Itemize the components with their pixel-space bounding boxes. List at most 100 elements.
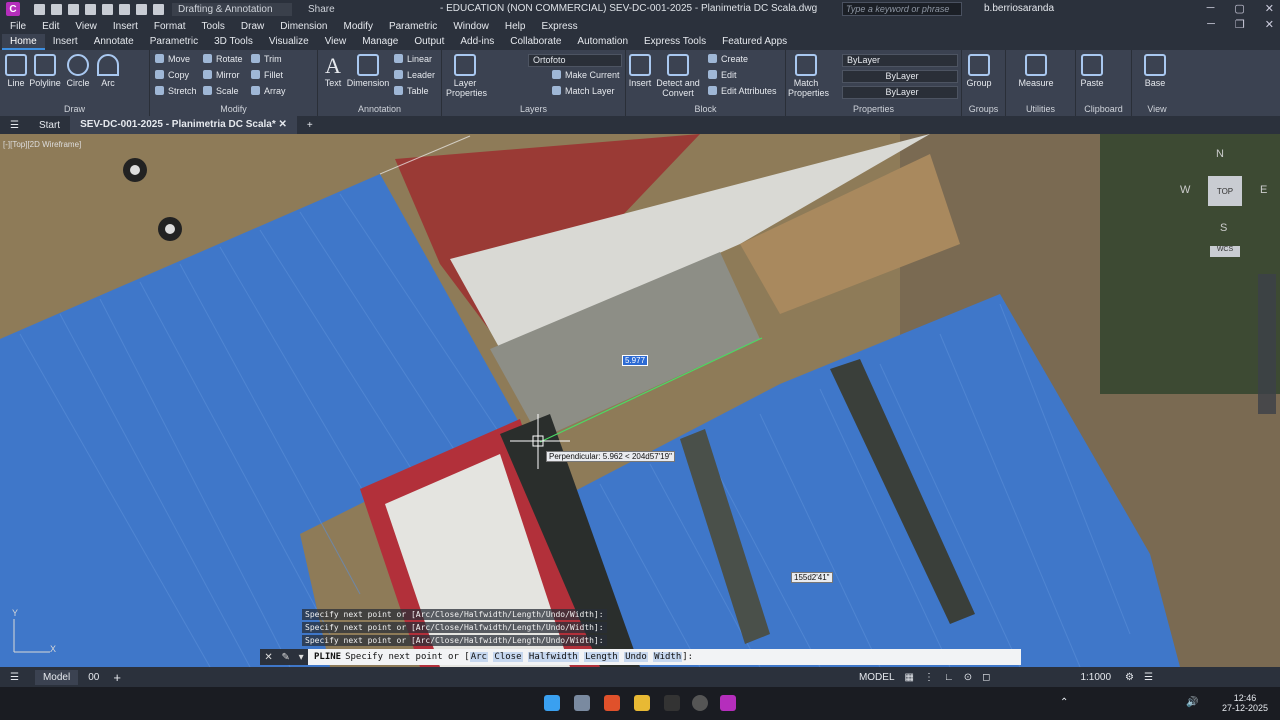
close-tab-icon[interactable]: ✕ (279, 119, 287, 130)
polar-icon[interactable]: ⊙ (964, 672, 972, 683)
clock[interactable]: 12:46 27-12-2025 (1222, 693, 1268, 713)
menu-file[interactable]: File (10, 21, 26, 32)
search-input[interactable]: Type a keyword or phrase (842, 2, 962, 16)
tab-view[interactable]: View (317, 34, 355, 50)
viewcube-south[interactable]: S (1220, 222, 1227, 234)
scale-button[interactable]: Scale (203, 86, 239, 96)
menu-help[interactable]: Help (505, 21, 526, 32)
model-space-toggle[interactable]: MODEL (859, 672, 895, 683)
arc-button[interactable]: Arc (96, 54, 120, 88)
menu-modify[interactable]: Modify (344, 21, 373, 32)
layer-dropdown[interactable]: Ortofoto (528, 54, 622, 67)
menu-edit[interactable]: Edit (42, 21, 59, 32)
create-block-button[interactable]: Create (708, 54, 748, 64)
plot-icon[interactable] (119, 3, 130, 15)
customize-status-icon[interactable]: ☰ (1144, 672, 1153, 683)
open-icon[interactable] (51, 3, 62, 15)
command-line[interactable]: ✕ ✎ ▾ PLINE Specify next point or [ Arc … (260, 649, 1021, 665)
autocad-taskbar-icon[interactable] (720, 695, 736, 711)
snap-icon[interactable]: ⋮ (924, 672, 934, 683)
tab-collaborate[interactable]: Collaborate (502, 34, 569, 50)
close-command-icon[interactable]: ✕ (264, 652, 272, 663)
dimension-button[interactable]: Dimension (346, 54, 390, 88)
insert-button[interactable]: Insert (628, 54, 652, 88)
share-button[interactable]: Share (308, 4, 335, 15)
option-width[interactable]: Width (653, 652, 683, 662)
annotation-scale[interactable]: 1:1000 (1080, 672, 1111, 683)
add-layout-icon[interactable]: + (113, 670, 121, 685)
linetype-dropdown[interactable]: ByLayer (842, 70, 958, 83)
paste-button[interactable]: Paste (1078, 54, 1106, 88)
fillet-button[interactable]: Fillet (251, 70, 283, 80)
viewcube-top-face[interactable]: TOP (1208, 176, 1242, 206)
option-undo[interactable]: Undo (624, 652, 648, 662)
edit-attributes-button[interactable]: Edit Attributes (708, 86, 777, 96)
minimize-icon[interactable]: ─ (1207, 2, 1215, 15)
save-as-icon[interactable] (85, 3, 96, 15)
menu-tools[interactable]: Tools (202, 21, 225, 32)
mirror-button[interactable]: Mirror (203, 70, 240, 80)
calculator-icon[interactable] (574, 695, 590, 711)
viewport-controls[interactable]: [-][Top][2D Wireframe] (3, 140, 81, 149)
tab-parametric[interactable]: Parametric (142, 34, 206, 50)
group-button[interactable]: Group (964, 54, 994, 88)
stretch-button[interactable]: Stretch (155, 86, 197, 96)
maximize-icon[interactable]: ▢ (1234, 2, 1244, 15)
panel-properties-title[interactable]: Properties (786, 104, 961, 114)
save-icon[interactable] (68, 3, 79, 15)
customize-icon[interactable]: ✎ (281, 652, 289, 663)
new-icon[interactable] (34, 3, 45, 15)
line-button[interactable]: Line (4, 54, 28, 88)
make-current-button[interactable]: Make Current (552, 70, 620, 80)
leader-button[interactable]: Leader (394, 70, 435, 80)
viewcube-north[interactable]: N (1216, 148, 1224, 160)
menu-view[interactable]: View (75, 21, 97, 32)
viewcube-east[interactable]: E (1260, 184, 1267, 196)
tab-layout-00[interactable]: 00 (88, 672, 99, 683)
option-arc[interactable]: Arc (469, 652, 488, 662)
edit-block-button[interactable]: Edit (708, 70, 737, 80)
option-halfwidth[interactable]: Halfwidth (527, 652, 579, 662)
ortho-icon[interactable]: ∟ (944, 672, 954, 683)
terminal-icon[interactable] (664, 695, 680, 711)
tab-visualize[interactable]: Visualize (261, 34, 317, 50)
move-button[interactable]: Move (155, 54, 190, 64)
tab-output[interactable]: Output (406, 34, 452, 50)
circle-button[interactable]: Circle (64, 54, 92, 88)
base-button[interactable]: Base (1142, 54, 1168, 88)
match-properties-button[interactable]: Match Properties (788, 54, 829, 98)
array-button[interactable]: Array (251, 86, 286, 96)
panel-annotation-title[interactable]: Annotation (318, 104, 441, 114)
menu-format[interactable]: Format (154, 21, 186, 32)
layer-properties-button[interactable]: Layer Properties (446, 54, 487, 98)
new-tab-icon[interactable]: + (297, 120, 323, 131)
user-account[interactable]: b.berriosaranda (984, 3, 1054, 14)
trim-button[interactable]: Trim (251, 54, 282, 64)
layout-menu-icon[interactable]: ☰ (10, 672, 19, 683)
option-length[interactable]: Length (584, 652, 619, 662)
close-icon[interactable]: ✕ (1265, 2, 1274, 15)
brave-browser-icon[interactable] (604, 695, 620, 711)
tab-start[interactable]: Start (29, 120, 70, 131)
menu-insert[interactable]: Insert (113, 21, 138, 32)
panel-layers-title[interactable]: Layers (442, 104, 625, 114)
viewcube[interactable]: N W E S TOP WCS (1180, 144, 1270, 264)
panel-groups-title[interactable]: Groups (962, 104, 1005, 114)
tab-manage[interactable]: Manage (354, 34, 406, 50)
web-save-icon[interactable] (102, 3, 113, 15)
start-icon[interactable] (544, 695, 560, 711)
menu-window[interactable]: Window (453, 21, 489, 32)
detect-convert-button[interactable]: Detect and Convert (656, 54, 700, 98)
doc-close-icon[interactable]: ✕ (1265, 18, 1274, 31)
dynamic-input-field[interactable]: 5.977 (622, 355, 649, 366)
menu-draw[interactable]: Draw (241, 21, 264, 32)
tab-insert[interactable]: Insert (45, 34, 86, 50)
option-close[interactable]: Close (493, 652, 523, 662)
navigation-bar[interactable] (1258, 274, 1276, 414)
panel-utilities-title[interactable]: Utilities (1006, 104, 1075, 114)
tab-active-drawing[interactable]: SEV-DC-001-2025 - Planimetria DC Scala* … (70, 116, 297, 134)
panel-clipboard-title[interactable]: Clipboard (1076, 104, 1131, 114)
table-button[interactable]: Table (394, 86, 429, 96)
polyline-button[interactable]: Polyline (28, 54, 62, 88)
settings-gear-icon[interactable]: ⚙ (1125, 672, 1134, 683)
